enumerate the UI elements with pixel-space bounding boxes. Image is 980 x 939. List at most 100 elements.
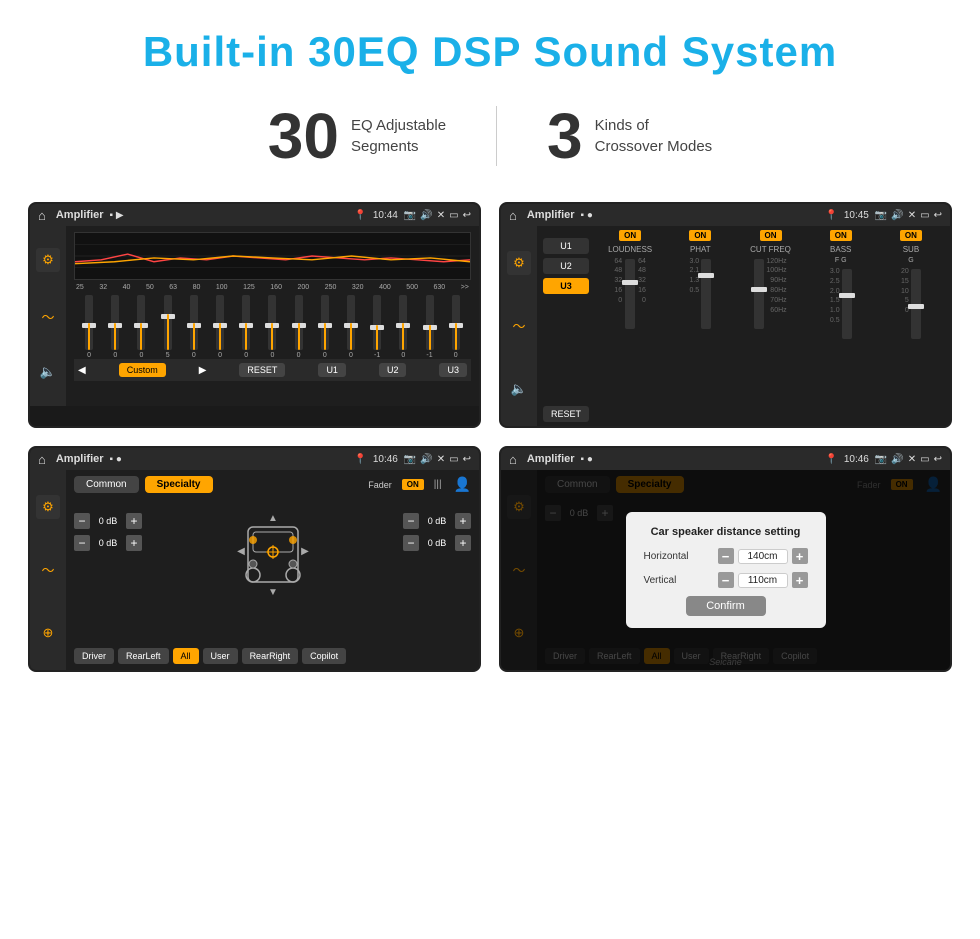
vertical-plus-btn[interactable]: + bbox=[792, 572, 808, 588]
screen3-statusbar: ⌂ Amplifier ▪ ● 📍 10:46 📷 🔊 ✕ ▭ ↩ bbox=[30, 448, 479, 470]
bass-on-btn[interactable]: ON bbox=[830, 230, 852, 241]
speaker-icon2[interactable]: 🔈 bbox=[507, 377, 531, 401]
fader-500[interactable]: -1 bbox=[426, 295, 434, 359]
fader-32[interactable]: 0 bbox=[111, 295, 119, 359]
close-icon[interactable]: ✕ bbox=[437, 210, 445, 221]
volume-icon2: 🔊 bbox=[891, 210, 903, 221]
screen1-sidebar: ⚙ 〜 🔈 bbox=[30, 226, 66, 406]
fader-200[interactable]: 0 bbox=[321, 295, 329, 359]
fader-160[interactable]: 0 bbox=[295, 295, 303, 359]
fader-25[interactable]: 0 bbox=[85, 295, 93, 359]
screen2-wrapper: ⌂ Amplifier ▪ ● 📍 10:45 📷 🔊 ✕ ▭ ↩ ⚙ 〜 bbox=[499, 202, 952, 428]
eq-icon2[interactable]: ⚙ bbox=[507, 251, 531, 275]
vol2-minus-btn[interactable]: − bbox=[74, 535, 90, 551]
home-icon[interactable]: ⌂ bbox=[38, 208, 46, 223]
screen3-status-icons: 📷 🔊 ✕ ▭ ↩ bbox=[404, 454, 471, 465]
back-icon4[interactable]: ↩ bbox=[934, 454, 942, 465]
vol3-minus-btn[interactable]: − bbox=[403, 513, 419, 529]
close-icon2[interactable]: ✕ bbox=[908, 210, 916, 221]
vol1-plus-btn[interactable]: + bbox=[126, 513, 142, 529]
confirm-button[interactable]: Confirm bbox=[686, 596, 766, 616]
eq-icon[interactable]: ⚙ bbox=[36, 248, 60, 272]
wave-icon3[interactable]: 〜 bbox=[36, 558, 60, 582]
loudness-label: LOUDNESS bbox=[608, 245, 652, 255]
vol4-plus-btn[interactable]: + bbox=[455, 535, 471, 551]
u2-preset-btn[interactable]: U2 bbox=[543, 258, 589, 274]
user-btn[interactable]: User bbox=[203, 648, 238, 664]
screens-grid: ⌂ Amplifier ▪ ▶ 📍 10:44 📷 🔊 ✕ ▭ ↩ ⚙ 〜 bbox=[0, 192, 980, 692]
back-icon3[interactable]: ↩ bbox=[463, 454, 471, 465]
cutfreq-on-btn[interactable]: ON bbox=[760, 230, 782, 241]
rearleft-btn[interactable]: RearLeft bbox=[118, 648, 169, 664]
driver-btn[interactable]: Driver bbox=[74, 648, 114, 664]
screen1-status-icons: 📷 🔊 ✕ ▭ ↩ bbox=[404, 210, 471, 221]
u2-btn[interactable]: U2 bbox=[379, 363, 407, 377]
close-icon4[interactable]: ✕ bbox=[908, 454, 916, 465]
u1-preset-btn[interactable]: U1 bbox=[543, 238, 589, 254]
reset-btn[interactable]: RESET bbox=[239, 363, 285, 377]
vol4-minus-btn[interactable]: − bbox=[403, 535, 419, 551]
reset-btn2[interactable]: RESET bbox=[543, 406, 589, 422]
fader-630[interactable]: 0 bbox=[452, 295, 460, 359]
vol1-minus-btn[interactable]: − bbox=[74, 513, 90, 529]
cutfreq-strip: ON CUT FREQ 120Hz100Hz90Hz80Hz70Hz60Hz bbox=[737, 230, 803, 422]
fader-100[interactable]: 0 bbox=[242, 295, 250, 359]
fader-label: Fader bbox=[368, 480, 392, 490]
u1-btn[interactable]: U1 bbox=[318, 363, 346, 377]
home-icon3[interactable]: ⌂ bbox=[38, 452, 46, 467]
bass-fader[interactable] bbox=[842, 269, 852, 339]
cutfreq-fader[interactable] bbox=[754, 259, 764, 329]
fader-50[interactable]: 5 bbox=[164, 295, 172, 359]
camera-icon2: 📷 bbox=[875, 210, 887, 221]
prev-icon[interactable]: ◀ bbox=[78, 365, 86, 376]
horizontal-plus-btn[interactable]: + bbox=[792, 548, 808, 564]
stat2-number: 3 bbox=[547, 104, 583, 168]
screen4-wrapper: ⌂ Amplifier ▪ ● 📍 10:46 📷 🔊 ✕ ▭ ↩ ⚙ 〜 bbox=[499, 446, 952, 672]
vol-row-4: − 0 dB + bbox=[403, 535, 471, 551]
copilot-btn[interactable]: Copilot bbox=[302, 648, 346, 664]
vertical-minus-btn[interactable]: − bbox=[718, 572, 734, 588]
car-diagram: ▲ ◀ ▶ ▼ bbox=[150, 497, 395, 597]
custom-preset-btn[interactable]: Custom bbox=[119, 363, 166, 377]
vol3-plus-btn[interactable]: + bbox=[455, 513, 471, 529]
fader-125[interactable]: 0 bbox=[268, 295, 276, 359]
wave-icon[interactable]: 〜 bbox=[36, 304, 60, 328]
fader-320[interactable]: -1 bbox=[373, 295, 381, 359]
all-btn[interactable]: All bbox=[173, 648, 199, 664]
common-tab[interactable]: Common bbox=[74, 476, 139, 493]
wave-icon2[interactable]: 〜 bbox=[507, 314, 531, 338]
eq-icon3[interactable]: ⚙ bbox=[36, 495, 60, 519]
fader-250[interactable]: 0 bbox=[347, 295, 355, 359]
home-icon2[interactable]: ⌂ bbox=[509, 208, 517, 223]
phat-fader[interactable] bbox=[701, 259, 711, 329]
u3-preset-btn[interactable]: U3 bbox=[543, 278, 589, 294]
vol2-plus-btn[interactable]: + bbox=[126, 535, 142, 551]
phat-on-btn[interactable]: ON bbox=[689, 230, 711, 241]
screen2-time: 10:45 bbox=[844, 210, 869, 221]
fader-63[interactable]: 0 bbox=[190, 295, 198, 359]
back-icon2[interactable]: ↩ bbox=[934, 210, 942, 221]
location-icon: 📍 bbox=[354, 210, 366, 221]
rearright-btn[interactable]: RearRight bbox=[242, 648, 299, 664]
u3-btn[interactable]: U3 bbox=[439, 363, 467, 377]
screen2-sidebar: ⚙ 〜 🔈 bbox=[501, 226, 537, 426]
screen4: ⌂ Amplifier ▪ ● 📍 10:46 📷 🔊 ✕ ▭ ↩ ⚙ 〜 bbox=[501, 448, 950, 670]
fader-40[interactable]: 0 bbox=[137, 295, 145, 359]
speaker-icon[interactable]: 🔈 bbox=[36, 360, 60, 384]
horizontal-minus-btn[interactable]: − bbox=[718, 548, 734, 564]
sub-fader[interactable] bbox=[911, 269, 921, 339]
right-vol-ctrl: − 0 dB + − 0 dB + bbox=[403, 497, 471, 551]
fader-on-badge[interactable]: ON bbox=[402, 479, 424, 490]
bt-icon3[interactable]: ⊕ bbox=[36, 621, 60, 645]
back-icon[interactable]: ↩ bbox=[463, 210, 471, 221]
fader-80[interactable]: 0 bbox=[216, 295, 224, 359]
specialty-tab[interactable]: Specialty bbox=[145, 476, 213, 493]
close-icon3[interactable]: ✕ bbox=[437, 454, 445, 465]
fader-400[interactable]: 0 bbox=[399, 295, 407, 359]
home-icon4[interactable]: ⌂ bbox=[509, 452, 517, 467]
sub-on-btn[interactable]: ON bbox=[900, 230, 922, 241]
eq-graph bbox=[74, 232, 471, 280]
play-icon[interactable]: ▶ bbox=[199, 365, 207, 376]
loudness-on-btn[interactable]: ON bbox=[619, 230, 641, 241]
loudness-fader[interactable] bbox=[625, 259, 635, 329]
